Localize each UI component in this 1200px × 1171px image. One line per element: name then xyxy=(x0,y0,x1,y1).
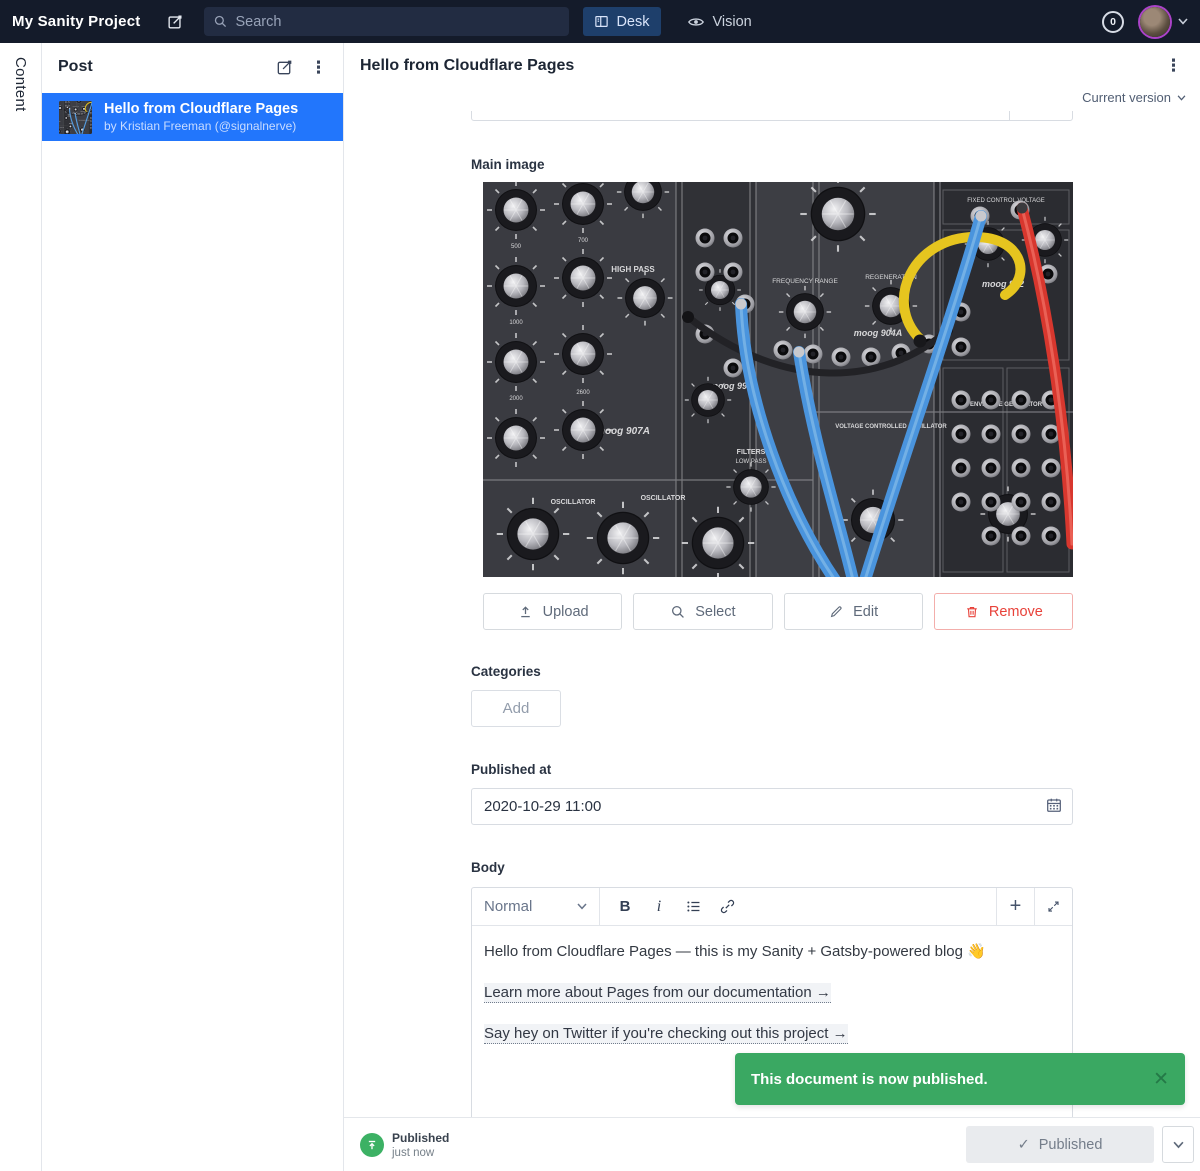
search-icon xyxy=(213,14,228,29)
upload-button-label: Upload xyxy=(543,604,589,620)
document-form: Main image Upload Select Edit xyxy=(344,111,1200,1117)
desk-icon xyxy=(594,14,609,29)
toast-message: This document is now published. xyxy=(751,1071,988,1088)
expand-icon xyxy=(1046,899,1061,914)
content-rail: Content xyxy=(0,43,42,1171)
publish-status: Published just now xyxy=(392,1131,449,1159)
version-label: Current version xyxy=(1082,90,1171,105)
insert-block-button[interactable]: + xyxy=(996,888,1034,925)
post-list-pane: Post ⋮ Hello from Cloudflare Pages by Kr… xyxy=(42,43,344,1171)
upload-icon xyxy=(517,603,534,620)
document-header: Hello from Cloudflare Pages ⋮ Current ve… xyxy=(344,43,1200,111)
remove-button[interactable]: Remove xyxy=(934,593,1073,630)
add-category-button[interactable]: Add xyxy=(471,690,561,727)
create-post-button[interactable] xyxy=(275,58,294,77)
user-menu-button[interactable] xyxy=(1178,18,1188,25)
chevron-down-icon xyxy=(1177,95,1186,101)
calendar-icon[interactable] xyxy=(1045,796,1063,819)
body-paragraph: Hello from Cloudflare Pages — this is my… xyxy=(484,941,1060,962)
document-footer: Published just now ✓ Published xyxy=(344,1117,1200,1171)
main-image-label: Main image xyxy=(471,157,545,172)
close-icon[interactable]: ✕ xyxy=(1153,1068,1169,1091)
link-button[interactable] xyxy=(710,888,744,925)
eye-icon xyxy=(687,13,705,31)
slug-field-divider xyxy=(1009,111,1010,120)
version-selector[interactable]: Current version xyxy=(1082,90,1186,105)
published-at-input[interactable] xyxy=(471,788,1073,825)
workspace: Content Post ⋮ Hello from Cloudflare Pag… xyxy=(0,43,1200,1171)
top-navbar: My Sanity Project Desk Vision 0 xyxy=(0,0,1200,43)
document-pane: Hello from Cloudflare Pages ⋮ Current ve… xyxy=(344,43,1200,1171)
main-image-preview[interactable] xyxy=(483,182,1073,577)
post-item-subtitle: by Kristian Freeman (@signalnerve) xyxy=(104,119,298,133)
publish-status-icon xyxy=(360,1133,384,1157)
search-icon xyxy=(670,604,686,620)
chevron-down-icon xyxy=(1178,18,1188,25)
upload-button[interactable]: Upload xyxy=(483,593,622,630)
publish-button-label: Published xyxy=(1039,1137,1103,1153)
publish-button[interactable]: ✓ Published xyxy=(966,1126,1154,1163)
publish-toast: This document is now published. ✕ xyxy=(735,1053,1185,1105)
document-title: Hello from Cloudflare Pages xyxy=(360,57,574,75)
link-icon xyxy=(719,898,736,915)
tab-vision-label: Vision xyxy=(713,14,752,30)
published-at-field xyxy=(471,788,1073,825)
image-button-row: Upload Select Edit Remove xyxy=(483,593,1073,630)
edit-button-label: Edit xyxy=(853,604,878,620)
compose-icon xyxy=(275,58,294,77)
compose-icon xyxy=(166,13,184,31)
select-button[interactable]: Select xyxy=(633,593,772,630)
post-thumbnail xyxy=(59,101,92,134)
published-at-label: Published at xyxy=(471,762,551,777)
select-button-label: Select xyxy=(695,604,735,620)
tab-desk-label: Desk xyxy=(616,14,649,30)
body-link-documentation[interactable]: Learn more about Pages from our document… xyxy=(484,983,831,1003)
edit-button[interactable]: Edit xyxy=(784,593,923,630)
tab-desk[interactable]: Desk xyxy=(583,7,660,36)
bullet-list-button[interactable] xyxy=(676,888,710,925)
chevron-down-icon xyxy=(577,903,587,910)
avatar[interactable] xyxy=(1140,7,1170,37)
block-style-select[interactable]: Normal xyxy=(472,888,600,925)
publish-actions-button[interactable] xyxy=(1162,1126,1194,1163)
block-style-value: Normal xyxy=(484,898,532,915)
search-input[interactable] xyxy=(235,14,560,30)
post-pane-header: Post ⋮ xyxy=(42,43,343,91)
remove-button-label: Remove xyxy=(989,604,1043,620)
publish-status-label: Published xyxy=(392,1131,449,1145)
tab-vision[interactable]: Vision xyxy=(687,13,752,31)
slug-field-partial[interactable] xyxy=(471,111,1073,121)
categories-label: Categories xyxy=(471,664,541,679)
editor-toolbar: Normal B i + xyxy=(472,888,1072,926)
presence-badge[interactable]: 0 xyxy=(1102,11,1124,33)
pencil-icon xyxy=(828,604,844,620)
chevron-down-icon xyxy=(1173,1141,1184,1149)
body-link-twitter[interactable]: Say hey on Twitter if you're checking ou… xyxy=(484,1024,848,1044)
project-title: My Sanity Project xyxy=(12,13,140,30)
global-search[interactable] xyxy=(204,7,569,36)
fullscreen-button[interactable] xyxy=(1034,888,1072,925)
content-rail-label[interactable]: Content xyxy=(12,57,29,1171)
document-menu-button[interactable]: ⋮ xyxy=(1165,57,1182,74)
list-item-post[interactable]: Hello from Cloudflare Pages by Kristian … xyxy=(42,93,343,141)
bold-button[interactable]: B xyxy=(608,888,642,925)
new-document-button[interactable] xyxy=(158,7,192,37)
post-pane-menu-button[interactable]: ⋮ xyxy=(310,59,327,76)
post-pane-title: Post xyxy=(58,58,275,76)
bullet-list-icon xyxy=(685,898,702,915)
sanity-studio: My Sanity Project Desk Vision 0 Content xyxy=(0,0,1200,1171)
body-label: Body xyxy=(471,860,505,875)
check-icon: ✓ xyxy=(1018,1137,1030,1153)
post-item-title: Hello from Cloudflare Pages xyxy=(104,101,298,118)
trash-icon xyxy=(964,604,980,620)
publish-status-time: just now xyxy=(392,1147,449,1159)
italic-button[interactable]: i xyxy=(642,888,676,925)
